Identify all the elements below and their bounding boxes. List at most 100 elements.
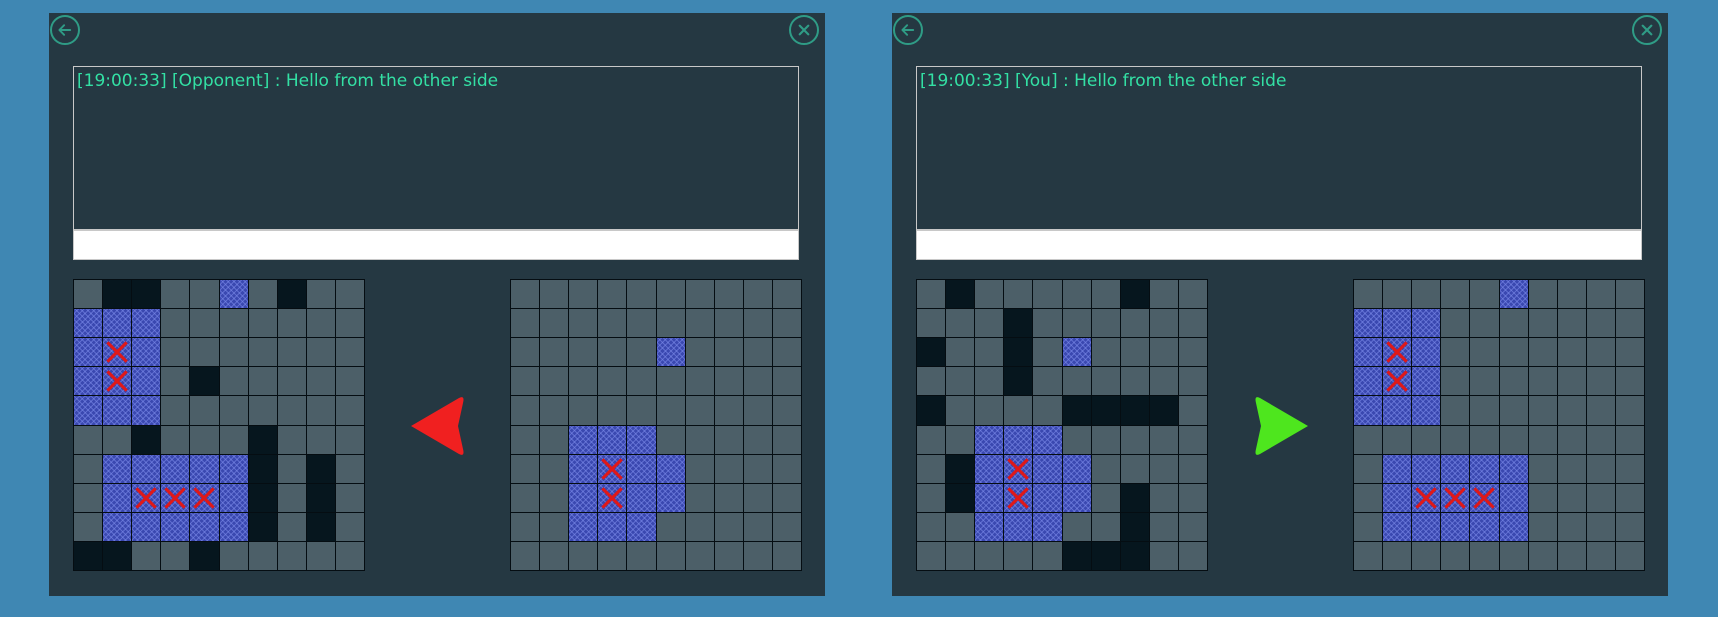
water-cell[interactable]	[1441, 541, 1470, 570]
ship-cell[interactable]	[1383, 396, 1412, 425]
water-cell[interactable]	[1528, 309, 1557, 338]
water-cell[interactable]	[1412, 541, 1441, 570]
water-cell[interactable]	[714, 512, 743, 541]
water-cell[interactable]	[627, 367, 656, 396]
ship-cell[interactable]	[627, 483, 656, 512]
water-cell[interactable]	[1528, 280, 1557, 309]
ship-cell[interactable]	[598, 425, 627, 454]
ship-cell[interactable]	[1412, 512, 1441, 541]
water-cell[interactable]	[1383, 541, 1412, 570]
water-cell[interactable]	[685, 396, 714, 425]
water-cell[interactable]	[772, 309, 801, 338]
water-cell[interactable]	[743, 512, 772, 541]
water-cell[interactable]	[1615, 309, 1644, 338]
ship-cell[interactable]	[1412, 454, 1441, 483]
water-cell[interactable]	[627, 280, 656, 309]
water-cell[interactable]	[714, 338, 743, 367]
water-cell[interactable]	[1470, 367, 1499, 396]
water-cell[interactable]	[1586, 280, 1615, 309]
water-cell[interactable]	[1354, 512, 1383, 541]
water-cell[interactable]	[1470, 425, 1499, 454]
ship-cell[interactable]	[1499, 512, 1528, 541]
water-cell[interactable]	[1557, 483, 1586, 512]
water-cell[interactable]	[743, 425, 772, 454]
water-cell[interactable]	[598, 280, 627, 309]
water-cell[interactable]	[1354, 541, 1383, 570]
ship-cell[interactable]	[1383, 512, 1412, 541]
water-cell[interactable]	[1528, 541, 1557, 570]
water-cell[interactable]	[772, 541, 801, 570]
water-cell[interactable]	[772, 425, 801, 454]
water-cell[interactable]	[598, 541, 627, 570]
water-cell[interactable]	[714, 483, 743, 512]
water-cell[interactable]	[1470, 338, 1499, 367]
water-cell[interactable]	[1586, 454, 1615, 483]
water-cell[interactable]	[540, 483, 569, 512]
ship-cell[interactable]	[1499, 280, 1528, 309]
water-cell[interactable]	[656, 367, 685, 396]
water-cell[interactable]	[685, 483, 714, 512]
water-cell[interactable]	[598, 367, 627, 396]
hit-ship-cell[interactable]	[1441, 483, 1470, 512]
water-cell[interactable]	[540, 541, 569, 570]
water-cell[interactable]	[1557, 541, 1586, 570]
water-cell[interactable]	[1441, 338, 1470, 367]
water-cell[interactable]	[511, 338, 540, 367]
water-cell[interactable]	[540, 280, 569, 309]
water-cell[interactable]	[656, 280, 685, 309]
water-cell[interactable]	[714, 280, 743, 309]
water-cell[interactable]	[1586, 512, 1615, 541]
water-cell[interactable]	[1470, 541, 1499, 570]
water-cell[interactable]	[743, 280, 772, 309]
ship-cell[interactable]	[627, 454, 656, 483]
water-cell[interactable]	[1586, 367, 1615, 396]
ship-cell[interactable]	[627, 425, 656, 454]
water-cell[interactable]	[569, 280, 598, 309]
ship-cell[interactable]	[1383, 454, 1412, 483]
water-cell[interactable]	[598, 396, 627, 425]
water-cell[interactable]	[714, 309, 743, 338]
water-cell[interactable]	[1557, 512, 1586, 541]
water-cell[interactable]	[1557, 338, 1586, 367]
ship-cell[interactable]	[1470, 512, 1499, 541]
water-cell[interactable]	[1441, 280, 1470, 309]
water-cell[interactable]	[627, 541, 656, 570]
water-cell[interactable]	[1441, 425, 1470, 454]
water-cell[interactable]	[1615, 425, 1644, 454]
water-cell[interactable]	[743, 338, 772, 367]
water-cell[interactable]	[1615, 512, 1644, 541]
water-cell[interactable]	[1615, 454, 1644, 483]
ship-cell[interactable]	[569, 512, 598, 541]
ship-cell[interactable]	[1412, 338, 1441, 367]
water-cell[interactable]	[1412, 425, 1441, 454]
target-board[interactable]	[510, 279, 802, 571]
water-cell[interactable]	[1499, 396, 1528, 425]
water-cell[interactable]	[1586, 541, 1615, 570]
water-cell[interactable]	[772, 338, 801, 367]
water-cell[interactable]	[714, 367, 743, 396]
hit-ship-cell[interactable]	[598, 454, 627, 483]
ship-cell[interactable]	[1354, 367, 1383, 396]
ship-cell[interactable]	[569, 425, 598, 454]
hit-ship-cell[interactable]	[598, 483, 627, 512]
water-cell[interactable]	[772, 280, 801, 309]
hit-ship-cell[interactable]	[1383, 367, 1412, 396]
water-cell[interactable]	[511, 512, 540, 541]
water-cell[interactable]	[1586, 425, 1615, 454]
water-cell[interactable]	[1383, 280, 1412, 309]
hit-ship-cell[interactable]	[1383, 338, 1412, 367]
water-cell[interactable]	[540, 512, 569, 541]
water-cell[interactable]	[627, 309, 656, 338]
water-cell[interactable]	[1528, 396, 1557, 425]
water-cell[interactable]	[1354, 454, 1383, 483]
water-cell[interactable]	[540, 309, 569, 338]
water-cell[interactable]	[1499, 309, 1528, 338]
water-cell[interactable]	[1499, 367, 1528, 396]
ship-cell[interactable]	[656, 483, 685, 512]
water-cell[interactable]	[714, 541, 743, 570]
water-cell[interactable]	[1441, 367, 1470, 396]
water-cell[interactable]	[1586, 396, 1615, 425]
water-cell[interactable]	[1615, 338, 1644, 367]
water-cell[interactable]	[656, 396, 685, 425]
hit-ship-cell[interactable]	[1412, 483, 1441, 512]
